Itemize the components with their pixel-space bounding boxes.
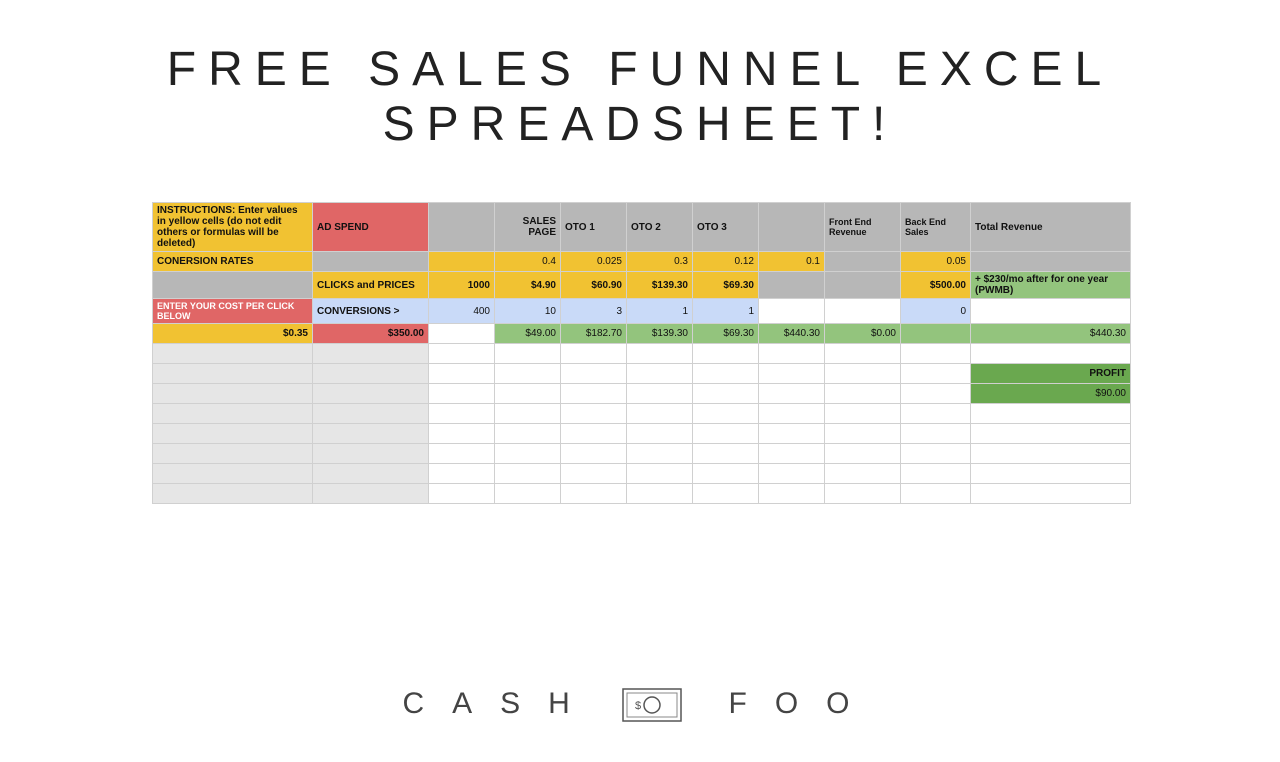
conv-val1: 400 bbox=[429, 299, 495, 324]
clicks-oto3[interactable]: $69.30 bbox=[693, 272, 759, 299]
total-oto3: $69.30 bbox=[693, 324, 759, 344]
oto2-header: OTO 2 bbox=[627, 203, 693, 252]
conv-oto3: 1 bbox=[693, 299, 759, 324]
header-blank bbox=[429, 203, 495, 252]
front-rev-header: Front End Revenue bbox=[825, 203, 901, 252]
profit-label: PROFIT bbox=[971, 364, 1131, 384]
clicks-sales-page[interactable]: $4.90 bbox=[495, 272, 561, 299]
sales-page-header: SALES PAGE bbox=[495, 203, 561, 252]
rate-sales-page[interactable]: 0.4 bbox=[495, 252, 561, 272]
brand-left: CASH bbox=[402, 687, 597, 720]
profit-value: $90.00 bbox=[971, 384, 1131, 404]
clicks-note: + $230/mo after for one year (PWMB) bbox=[971, 272, 1131, 299]
conv-sales-page: 10 bbox=[495, 299, 561, 324]
total-oto2: $139.30 bbox=[627, 324, 693, 344]
clicks-label: CLICKS and PRICES bbox=[313, 272, 429, 299]
cash-bill-icon: $ bbox=[622, 688, 682, 722]
rates-label: CONERSION RATES bbox=[153, 252, 313, 272]
total-revenue: $440.30 bbox=[971, 324, 1131, 344]
clicks-val1[interactable]: 1000 bbox=[429, 272, 495, 299]
oto1-header: OTO 1 bbox=[561, 203, 627, 252]
total-rev-header: Total Revenue bbox=[971, 203, 1131, 252]
totals-blank2 bbox=[901, 324, 971, 344]
svg-text:$: $ bbox=[635, 700, 669, 712]
spreadsheet: INSTRUCTIONS: Enter values in yellow cel… bbox=[152, 202, 1128, 504]
rates-blank4 bbox=[971, 252, 1131, 272]
ad-spend-header: AD SPEND bbox=[313, 203, 429, 252]
total-front: $440.30 bbox=[759, 324, 825, 344]
rate-oto1[interactable]: 0.025 bbox=[561, 252, 627, 272]
clicks-blank1 bbox=[759, 272, 825, 299]
conv-oto2: 1 bbox=[627, 299, 693, 324]
conv-back: 0 bbox=[901, 299, 971, 324]
conv-blank3 bbox=[971, 299, 1131, 324]
rates-blank3 bbox=[825, 252, 901, 272]
rate-front[interactable]: 0.1 bbox=[759, 252, 825, 272]
rates-blank2 bbox=[429, 252, 495, 272]
clicks-back[interactable]: $500.00 bbox=[901, 272, 971, 299]
rate-back[interactable]: 0.05 bbox=[901, 252, 971, 272]
brand-right: FOO bbox=[729, 687, 878, 720]
conversions-label: CONVERSIONS > bbox=[313, 299, 429, 324]
spend-value: $350.00 bbox=[313, 324, 429, 344]
cpc-value[interactable]: $0.35 bbox=[153, 324, 313, 344]
clicks-oto2[interactable]: $139.30 bbox=[627, 272, 693, 299]
instructions-cell: INSTRUCTIONS: Enter values in yellow cel… bbox=[153, 203, 313, 252]
page-title: FREE SALES FUNNEL EXCEL SPREADSHEET! bbox=[0, 42, 1280, 152]
conv-oto1: 3 bbox=[561, 299, 627, 324]
total-oto1: $182.70 bbox=[561, 324, 627, 344]
conv-blank2 bbox=[825, 299, 901, 324]
brand-footer: CASH $ FOO bbox=[0, 687, 1280, 722]
conv-blank1 bbox=[759, 299, 825, 324]
sheet-table: INSTRUCTIONS: Enter values in yellow cel… bbox=[152, 202, 1131, 504]
clicks-oto1[interactable]: $60.90 bbox=[561, 272, 627, 299]
back-sales-header: Back End Sales bbox=[901, 203, 971, 252]
clicks-blank2 bbox=[825, 272, 901, 299]
cpc-label: ENTER YOUR COST PER CLICK BELOW bbox=[153, 299, 313, 324]
rates-blank1 bbox=[313, 252, 429, 272]
rate-oto3[interactable]: 0.12 bbox=[693, 252, 759, 272]
clicks-blank0 bbox=[153, 272, 313, 299]
total-sales-page: $49.00 bbox=[495, 324, 561, 344]
rate-oto2[interactable]: 0.3 bbox=[627, 252, 693, 272]
header-blank2 bbox=[759, 203, 825, 252]
total-back: $0.00 bbox=[825, 324, 901, 344]
totals-blank bbox=[429, 324, 495, 344]
oto3-header: OTO 3 bbox=[693, 203, 759, 252]
